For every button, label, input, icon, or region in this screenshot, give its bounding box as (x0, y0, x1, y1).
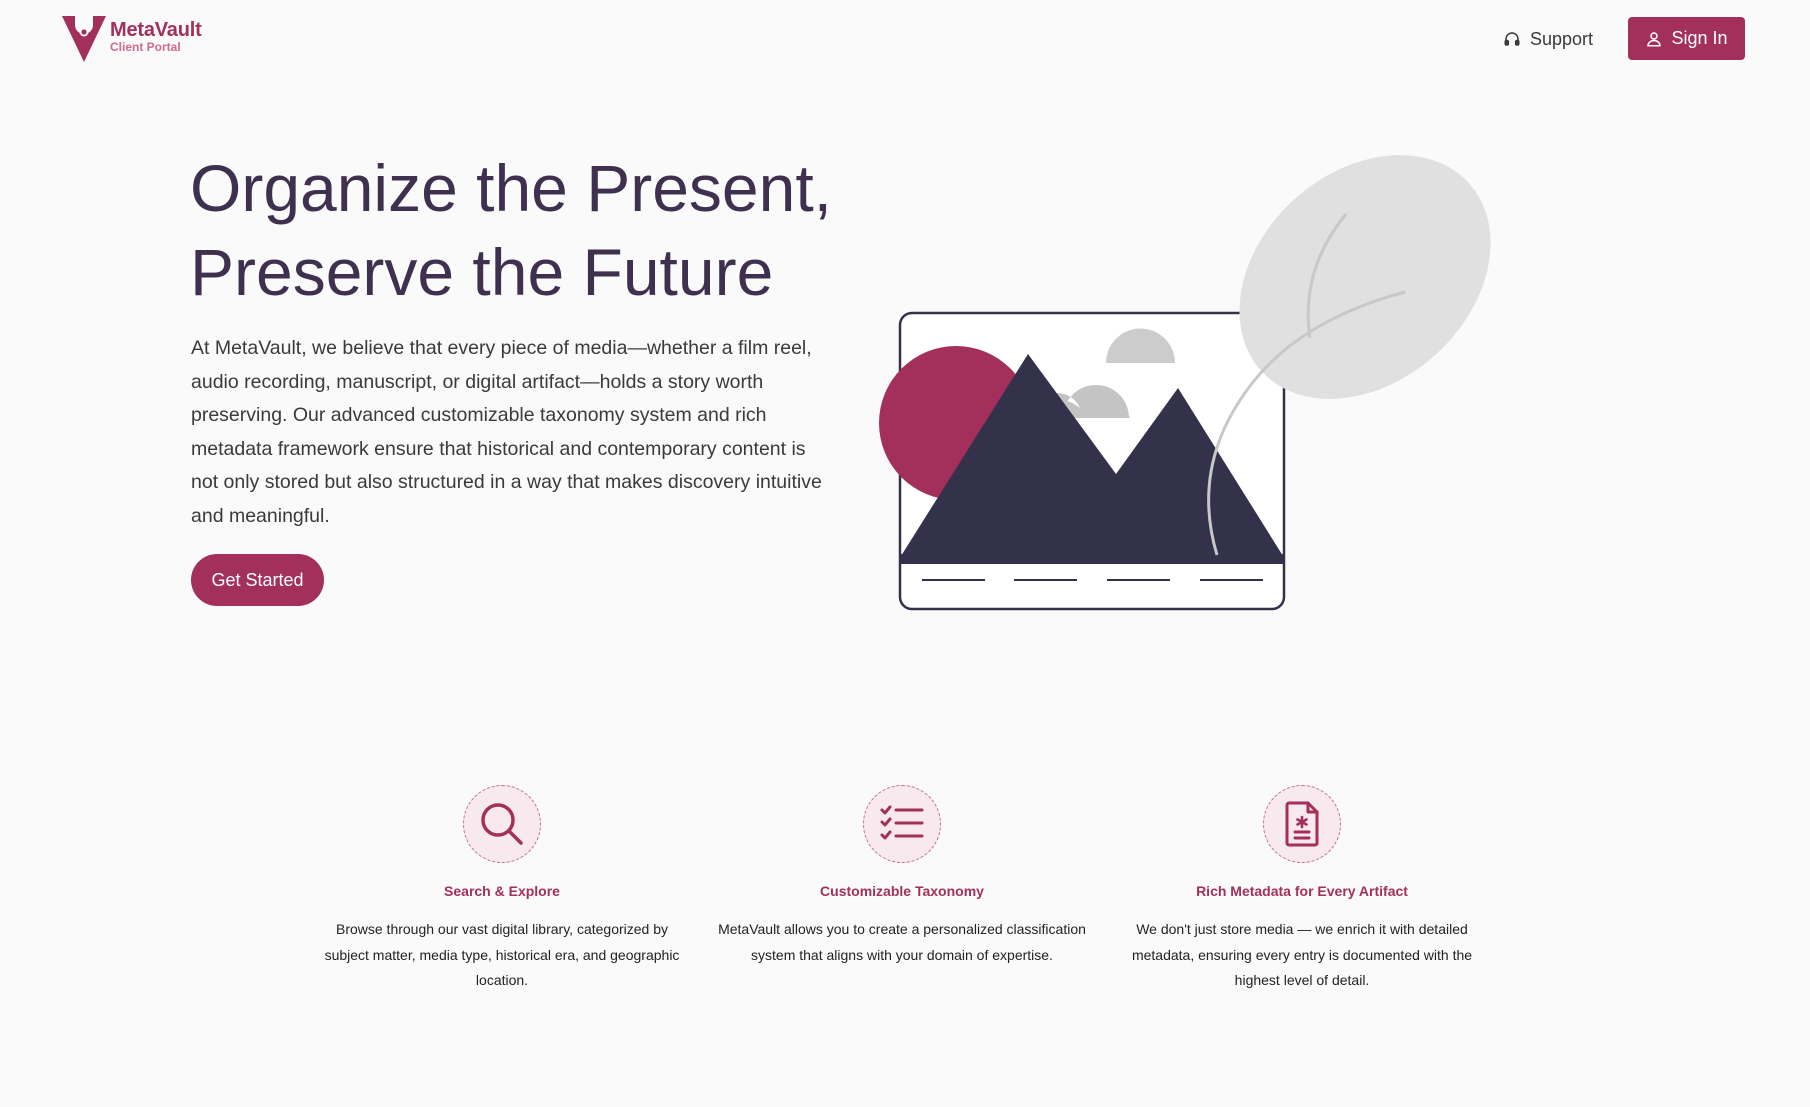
feature-metadata: Rich Metadata for Every Artifact We don'… (1117, 785, 1487, 994)
brand-logo[interactable]: MetaVault Client Portal (60, 14, 202, 64)
brand-text: MetaVault Client Portal (110, 20, 202, 54)
headphones-icon (1504, 32, 1520, 46)
feature-icon-badge (463, 785, 541, 863)
brand-subtitle: Client Portal (110, 40, 181, 54)
support-link[interactable]: Support (1503, 24, 1593, 54)
sign-in-button[interactable]: Sign In (1628, 17, 1745, 60)
metavault-logo-icon (62, 16, 106, 62)
feature-icon-badge (863, 785, 941, 863)
hero-illustration (879, 155, 1491, 611)
search-icon (481, 803, 523, 845)
feature-title: Rich Metadata for Every Artifact (1196, 883, 1408, 899)
sign-in-label: Sign In (1671, 28, 1728, 48)
brand-name: MetaVault (110, 19, 202, 41)
hero-title-line-2: Preserve the Future (190, 235, 774, 309)
feature-taxonomy: Customizable Taxonomy MetaVault allows y… (717, 785, 1087, 968)
feature-icon-badge (1263, 785, 1341, 863)
feature-description: MetaVault allows you to create a persona… (718, 921, 1086, 963)
hero-title-line-1: Organize the Present, (190, 151, 833, 225)
feature-description: Browse through our vast digital library,… (324, 921, 680, 989)
user-icon (1647, 31, 1662, 46)
hero-title: Organize the Present, Preserve the Futur… (190, 146, 870, 314)
feature-description: We don't just store media — we enrich it… (1131, 921, 1473, 989)
hero-description: At MetaVault, we believe that every piec… (191, 337, 822, 527)
feature-title: Customizable Taxonomy (820, 883, 984, 899)
checklist-icon (880, 805, 924, 840)
feature-title: Search & Explore (444, 883, 560, 899)
feature-search: Search & Explore Browse through our vast… (317, 785, 687, 994)
support-label: Support (1530, 28, 1594, 49)
document-icon (1285, 801, 1319, 847)
top-header: MetaVault Client Portal Support Sign In (0, 0, 1810, 80)
landing-page: MetaVault Client Portal Support Sign In … (0, 0, 1810, 1107)
get-started-button[interactable]: Get Started (191, 554, 324, 606)
